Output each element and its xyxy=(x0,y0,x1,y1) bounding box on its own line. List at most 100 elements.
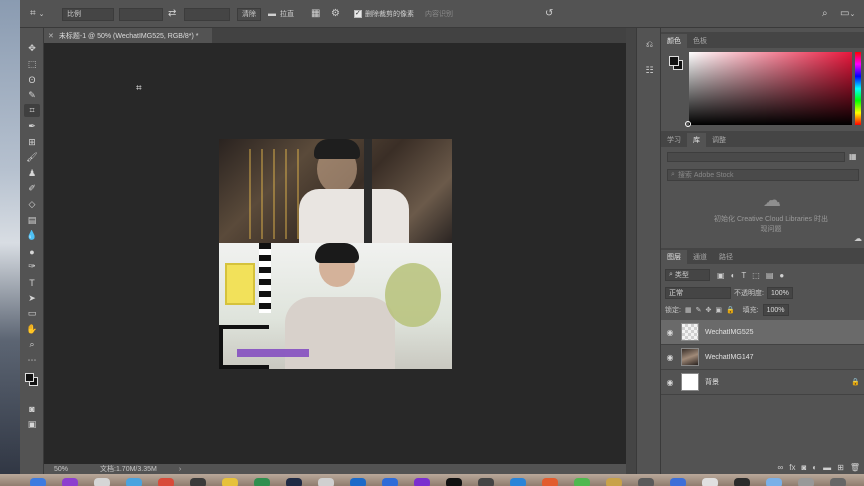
tab-paths[interactable]: 路径 xyxy=(713,250,739,264)
lasso-tool-icon[interactable]: ʘ xyxy=(24,73,40,86)
brush-tool-icon[interactable]: 🖌 xyxy=(24,151,40,164)
workspace-icon[interactable]: ▭ ⌄ xyxy=(840,7,855,21)
app-icon[interactable] xyxy=(478,478,494,486)
trash-icon[interactable] xyxy=(830,478,846,486)
status-arrow-icon[interactable]: › xyxy=(179,466,181,473)
filter-toggle-icon[interactable]: ● xyxy=(779,271,784,280)
lock-icon[interactable]: 🔒 xyxy=(851,378,860,386)
marquee-tool-icon[interactable]: ⬚ xyxy=(24,58,40,71)
type-filter-icon[interactable]: T xyxy=(741,271,746,280)
app-icon[interactable] xyxy=(766,478,782,486)
healing-brush-tool-icon[interactable]: ⊞ xyxy=(24,136,40,149)
tab-color[interactable]: 颜色 xyxy=(661,34,687,48)
grid-view-icon[interactable]: ▦ xyxy=(849,152,859,162)
adjustment-filter-icon[interactable]: ◐ xyxy=(731,271,736,280)
tab-libraries[interactable]: 库 xyxy=(687,133,706,147)
search-icon[interactable]: ⌕ xyxy=(822,7,828,21)
app-icon[interactable] xyxy=(670,478,686,486)
lock-pixels-icon[interactable]: ▦ xyxy=(685,306,692,314)
app-icon[interactable] xyxy=(94,478,110,486)
clear-button[interactable]: 清除 xyxy=(237,7,261,21)
layer-row[interactable]: ◉ 背景 🔒 xyxy=(661,370,864,395)
document-tab[interactable]: ✕ 未标题-1 @ 50% (WechatIMG525, RGB/8*) * xyxy=(44,28,212,43)
crop-tool-preset-icon[interactable]: ⌗ ⌄ xyxy=(30,7,45,21)
grid-overlay-icon[interactable]: ▦ xyxy=(311,7,320,21)
library-select[interactable] xyxy=(667,152,845,162)
quick-select-tool-icon[interactable]: ✎ xyxy=(24,89,40,102)
app-icon[interactable] xyxy=(222,478,238,486)
app-icon[interactable] xyxy=(510,478,526,486)
app-icon[interactable] xyxy=(446,478,462,486)
lock-paint-icon[interactable]: ✎ xyxy=(696,306,702,314)
opacity-field[interactable]: 100% xyxy=(766,287,793,299)
rectangle-tool-icon[interactable]: ▭ xyxy=(24,307,40,320)
tab-layers[interactable]: 图层 xyxy=(661,250,687,264)
crop-tool-icon[interactable]: ⌗ xyxy=(24,104,40,117)
new-group-icon[interactable]: ▬ xyxy=(823,463,831,472)
app-icon[interactable] xyxy=(574,478,590,486)
app-icon[interactable] xyxy=(798,478,814,486)
fx-icon[interactable]: fx xyxy=(789,463,795,472)
app-icon[interactable] xyxy=(286,478,302,486)
reset-icon[interactable]: ↺ xyxy=(545,7,553,21)
color-picker-field[interactable] xyxy=(685,52,852,127)
eyedropper-tool-icon[interactable]: ✒ xyxy=(24,120,40,133)
document-image[interactable] xyxy=(219,139,452,369)
layer-row[interactable]: ◉ WechatIMG525 xyxy=(661,320,864,345)
visibility-eye-icon[interactable]: ◉ xyxy=(661,353,679,362)
app-icon[interactable] xyxy=(734,478,750,486)
properties-panel-icon[interactable]: ☷ xyxy=(643,64,656,77)
straighten-button[interactable]: ▬ 拉直 xyxy=(268,7,294,21)
pixel-filter-icon[interactable]: ▣ xyxy=(717,271,725,280)
add-mask-icon[interactable]: ◙ xyxy=(801,463,806,472)
swap-icon[interactable]: ⇄ xyxy=(168,7,176,21)
app-icon[interactable] xyxy=(350,478,366,486)
path-select-tool-icon[interactable]: ➤ xyxy=(24,292,40,305)
zoom-tool-icon[interactable]: ⌕ xyxy=(24,338,40,351)
layer-row[interactable]: ◉ WechatIMG147 xyxy=(661,345,864,370)
pen-tool-icon[interactable]: ✑ xyxy=(24,260,40,273)
app-icon[interactable] xyxy=(126,478,142,486)
hue-slider[interactable] xyxy=(855,52,861,125)
more-tools-icon[interactable]: ⋯ xyxy=(24,354,40,367)
hand-tool-icon[interactable]: ✋ xyxy=(24,323,40,336)
shape-filter-icon[interactable]: ⬚ xyxy=(752,271,760,280)
zoom-level[interactable]: 50% xyxy=(54,466,68,473)
app-icon[interactable] xyxy=(158,478,174,486)
quick-mask-icon[interactable]: ◙ xyxy=(24,402,40,415)
blend-mode-select[interactable]: 正常 xyxy=(665,287,731,299)
history-panel-icon[interactable]: ⎌ xyxy=(643,38,656,51)
canvas-area[interactable]: ⌗ xyxy=(44,43,626,464)
fill-field[interactable]: 100% xyxy=(762,304,789,316)
smart-object-filter-icon[interactable]: ▤ xyxy=(766,271,774,280)
move-tool-icon[interactable]: ✥ xyxy=(24,42,40,55)
dodge-tool-icon[interactable]: ● xyxy=(24,245,40,258)
layer-filter-select[interactable]: ⌕ 类型 xyxy=(665,269,710,281)
ratio-select[interactable]: 比例 xyxy=(62,7,114,21)
height-field[interactable] xyxy=(184,7,230,21)
tab-learn[interactable]: 学习 xyxy=(661,133,687,147)
app-icon[interactable] xyxy=(414,478,430,486)
history-brush-tool-icon[interactable]: ✐ xyxy=(24,182,40,195)
lock-artboard-icon[interactable]: ▣ xyxy=(715,306,722,314)
tab-channels[interactable]: 通道 xyxy=(687,250,713,264)
app-icon[interactable] xyxy=(702,478,718,486)
close-icon[interactable]: ✕ xyxy=(48,32,54,40)
blur-tool-icon[interactable]: 💧 xyxy=(24,229,40,242)
app-icon[interactable] xyxy=(382,478,398,486)
delete-layer-icon[interactable]: 🗑 xyxy=(850,463,860,472)
lock-position-icon[interactable]: ✥ xyxy=(705,306,711,314)
type-tool-icon[interactable]: T xyxy=(24,276,40,289)
visibility-eye-icon[interactable]: ◉ xyxy=(661,328,679,337)
app-icon[interactable] xyxy=(606,478,622,486)
tab-adjustments[interactable]: 调整 xyxy=(706,133,732,147)
visibility-eye-icon[interactable]: ◉ xyxy=(661,378,679,387)
fg-bg-colors[interactable] xyxy=(24,372,40,392)
gear-icon[interactable]: ⚙ xyxy=(331,7,340,21)
app-icon[interactable] xyxy=(254,478,270,486)
gradient-tool-icon[interactable]: ▤ xyxy=(24,214,40,227)
finder-icon[interactable] xyxy=(30,478,46,486)
stock-search-input[interactable]: ⌕ 搜索 Adobe Stock xyxy=(667,169,859,181)
clone-stamp-tool-icon[interactable]: ♟ xyxy=(24,167,40,180)
new-layer-icon[interactable]: ⊞ xyxy=(837,463,844,472)
